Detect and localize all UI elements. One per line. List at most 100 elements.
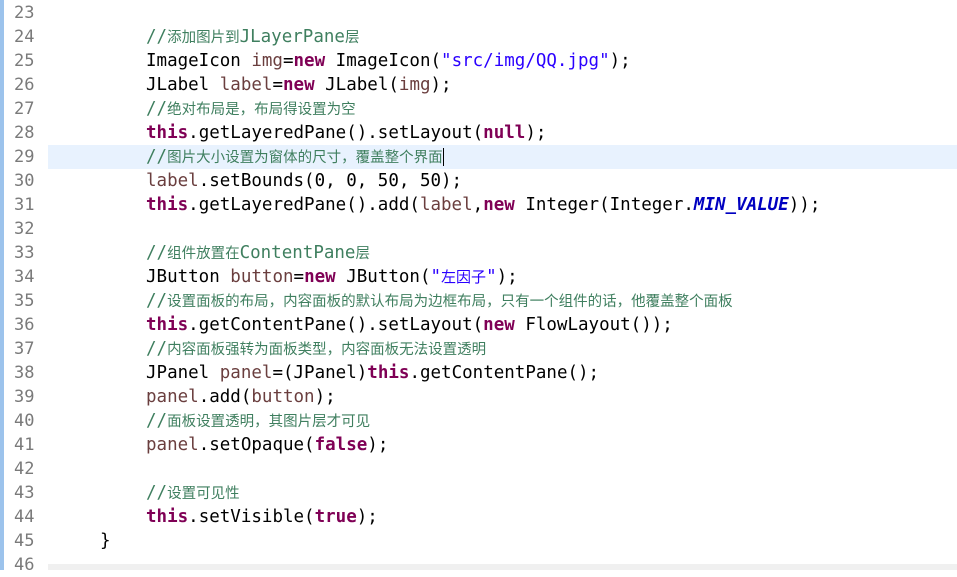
line-number: 30 — [14, 171, 35, 191]
code-token: new — [483, 315, 515, 335]
code-token: FlowLayout()); — [514, 315, 673, 335]
code-token: .add( — [198, 387, 252, 407]
line-number: 32 — [14, 219, 35, 239]
code-token: "左因子" — [430, 267, 497, 287]
code-line[interactable]: 34 JButton button=new JButton("左因子"); — [0, 265, 957, 289]
code-token: panel — [146, 435, 199, 455]
line-number: 38 — [14, 363, 35, 383]
code-text: //面板设置透明，其图片层才可见 — [100, 409, 370, 433]
code-token: = — [282, 51, 294, 71]
code-text: panel.add(button); — [100, 385, 336, 409]
code-line[interactable]: 23 — [0, 1, 957, 25]
code-text: JButton button=new JButton("左因子"); — [100, 265, 518, 289]
code-text: ImageIcon img=new ImageIcon("src/img/QQ.… — [100, 49, 631, 73]
code-token: JLabel( — [314, 75, 399, 95]
code-token: this — [146, 195, 189, 215]
code-line[interactable]: 44 this.setVisible(true); — [0, 505, 957, 529]
code-token: ); — [496, 267, 518, 287]
code-token: img — [398, 75, 431, 95]
code-token: "src/img/QQ.jpg" — [441, 51, 610, 71]
line-number: 28 — [14, 123, 35, 143]
code-line[interactable]: 39 panel.add(button); — [0, 385, 957, 409]
code-line[interactable]: 42 — [0, 457, 957, 481]
code-token: = — [272, 75, 283, 95]
line-number: 31 — [14, 195, 35, 215]
line-number: 29 — [14, 147, 35, 167]
code-line[interactable]: 27 //绝对布局是，布局得设置为空 — [0, 97, 957, 121]
code-token: false — [314, 435, 368, 455]
code-text: //添加图片到JLayerPane层 — [100, 25, 359, 49]
line-number: 27 — [14, 99, 35, 119]
code-line[interactable]: 31 this.getLayeredPane().add(label,new In… — [0, 193, 957, 217]
code-token: .getContentPane().setLayout( — [188, 315, 484, 335]
code-token: new — [283, 75, 315, 95]
code-line[interactable]: 36 this.getContentPane().setLayout(new Fl… — [0, 313, 957, 337]
code-token: label — [419, 195, 473, 215]
code-text: panel.setOpaque(false); — [100, 433, 388, 457]
code-token: ); — [609, 51, 631, 71]
line-number: 42 — [14, 459, 35, 479]
code-token: //图片大小设置为窗体的尺寸，覆盖整个界面 — [146, 147, 443, 167]
line-number: 40 — [14, 411, 35, 431]
code-token: JPanel — [146, 363, 220, 383]
code-token: Integer(Integer. — [514, 195, 694, 215]
code-line[interactable]: 38 JPanel panel=(JPanel)this.getContentPa… — [0, 361, 957, 385]
code-text: this.setVisible(true); — [100, 505, 378, 529]
code-token: JButton — [146, 267, 231, 287]
code-line[interactable]: 25 ImageIcon img=new ImageIcon("src/img/Q… — [0, 49, 957, 73]
code-token: true — [314, 507, 357, 527]
code-token: new — [293, 51, 326, 71]
line-number: 43 — [14, 483, 35, 503]
code-text: label.setBounds(0, 0, 50, 50); — [100, 169, 462, 193]
code-token: panel — [219, 363, 273, 383]
code-line[interactable]: 43 //设置可见性 — [0, 481, 957, 505]
code-line[interactable]: 45} — [0, 529, 957, 553]
code-token: .getLayeredPane().setLayout( — [188, 123, 484, 143]
code-text: //组件放置在ContentPane层 — [100, 241, 370, 265]
code-token: ); — [314, 387, 336, 407]
code-line[interactable]: 29 //图片大小设置为窗体的尺寸，覆盖整个界面 — [14, 145, 957, 169]
code-token: label — [219, 75, 273, 95]
code-token: ImageIcon( — [325, 51, 442, 71]
code-token: JButton( — [335, 267, 431, 287]
line-number: 45 — [14, 531, 35, 551]
code-text: this.getContentPane().setLayout(new Flow… — [100, 313, 673, 337]
code-line[interactable]: 32 — [0, 217, 957, 241]
code-text: //内容面板强转为面板类型，内容面板无法设置透明 — [100, 337, 486, 361]
code-token: .getLayeredPane().add( — [188, 195, 420, 215]
code-token: //设置面板的布局，内容面板的默认布局为边框布局，只有一个组件的话，他覆盖整个面… — [146, 291, 733, 311]
code-line[interactable]: 33 //组件放置在ContentPane层 — [0, 241, 957, 265]
code-text: this.getLayeredPane().setLayout(null); — [100, 121, 546, 145]
code-token: ); — [367, 435, 389, 455]
code-token: //设置可见性 — [146, 483, 240, 503]
code-token: new — [304, 267, 336, 287]
code-line[interactable]: 40 //面板设置透明，其图片层才可见 — [0, 409, 957, 433]
code-token: )); — [788, 195, 821, 215]
horizontal-scrollbar[interactable] — [48, 564, 957, 570]
code-text: this.getLayeredPane().add(label,new Inte… — [100, 193, 820, 217]
code-token: this — [146, 315, 189, 335]
code-token: this — [146, 507, 189, 527]
code-line[interactable]: 41 panel.setOpaque(false); — [0, 433, 957, 457]
code-token: .setOpaque( — [198, 435, 315, 455]
code-token: ); — [356, 507, 378, 527]
line-number: 36 — [14, 315, 35, 335]
code-line[interactable]: 26 JLabel label=new JLabel(img); — [0, 73, 957, 97]
line-number: 44 — [14, 507, 35, 527]
code-token: .setVisible( — [188, 507, 315, 527]
code-token: ); — [525, 123, 547, 143]
code-editor[interactable]: 23 24//添加图片到JLayerPane层 25 ImageIcon img=ne… — [0, 0, 957, 575]
code-token: ImageIcon — [146, 51, 252, 71]
code-line[interactable]: 24 //添加图片到JLayerPane层 — [0, 25, 957, 49]
code-token: = — [293, 267, 305, 287]
code-token: .getContentPane(); — [409, 363, 600, 383]
code-line[interactable]: 37 //内容面板强转为面板类型，内容面板无法设置透明 — [0, 337, 957, 361]
code-line[interactable]: 28 this.getLayeredPane().setLayout(null); — [0, 121, 957, 145]
code-text: //设置面板的布局，内容面板的默认布局为边框布局，只有一个组件的话，他覆盖整个面… — [100, 289, 733, 313]
code-token: MIN_VALUE — [693, 195, 789, 215]
code-line[interactable]: 30 label.setBounds(0, 0, 50, 50); — [0, 169, 957, 193]
code-line[interactable]: 35 //设置面板的布局，内容面板的默认布局为边框布局，只有一个组件的话，他覆盖整… — [0, 289, 957, 313]
